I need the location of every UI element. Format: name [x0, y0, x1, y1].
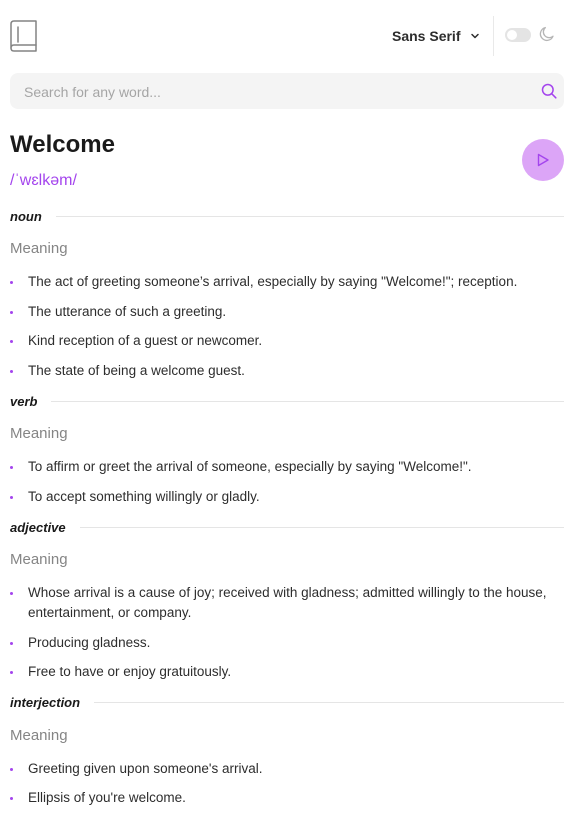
- meaning-section-interjection: interjection Meaning Greeting given upon…: [10, 692, 564, 809]
- font-selector-label: Sans Serif: [392, 28, 461, 44]
- definition-item: Producing gladness.: [10, 633, 564, 653]
- part-of-speech-row: noun: [10, 205, 564, 227]
- meaning-label: Meaning: [10, 425, 68, 442]
- play-audio-button[interactable]: [522, 139, 564, 181]
- theme-toggle-knob: [507, 30, 517, 40]
- meaning-label: Meaning: [10, 240, 68, 257]
- part-of-speech-row: verb: [10, 390, 564, 412]
- divider: [55, 215, 564, 217]
- font-selector[interactable]: Sans Serif: [392, 26, 480, 46]
- definition-item: The state of being a welcome guest.: [10, 361, 564, 381]
- meanings: noun Meaning The act of greeting someone…: [10, 205, 564, 818]
- search-icon[interactable]: [541, 83, 557, 99]
- definition-list: To affirm or greet the arrival of someon…: [10, 457, 564, 507]
- divider: [51, 400, 564, 402]
- book-icon: [10, 20, 37, 52]
- definition-item: The act of greeting someone’s arrival, e…: [10, 272, 564, 292]
- phonetic: /ˈwɛlkəm/: [10, 172, 77, 189]
- part-of-speech: noun: [10, 208, 42, 224]
- moon-icon[interactable]: [539, 26, 555, 42]
- part-of-speech-row: adjective: [10, 516, 564, 538]
- divider: [79, 526, 564, 528]
- definition-list: Greeting given upon someone's arrival. E…: [10, 759, 564, 809]
- definition-item: Whose arrival is a cause of joy; receive…: [10, 583, 564, 623]
- meaning-label: Meaning: [10, 551, 68, 568]
- word-title: Welcome: [10, 131, 115, 158]
- header-divider: [493, 16, 494, 56]
- part-of-speech: interjection: [10, 695, 81, 710]
- meaning-section-adjective: adjective Meaning Whose arrival is a cau…: [10, 516, 564, 682]
- definition-list: Whose arrival is a cause of joy; receive…: [10, 583, 564, 682]
- meaning-section-verb: verb Meaning To affirm or greet the arri…: [10, 390, 564, 507]
- header: Sans Serif: [10, 16, 566, 58]
- dictionary-app: Sans Serif Welcome /ˈwɛlkəm/ noun: [0, 0, 576, 821]
- play-icon: [537, 153, 549, 167]
- definition-item: To accept something willingly or gladly.: [10, 487, 564, 507]
- definition-item: Ellipsis of you're welcome.: [10, 788, 564, 808]
- definition-item: Free to have or enjoy gratuitously.: [10, 662, 564, 682]
- part-of-speech: verb: [10, 393, 38, 409]
- part-of-speech: adjective: [10, 519, 66, 535]
- definition-item: Greeting given upon someone's arrival.: [10, 759, 564, 779]
- search-input[interactable]: [22, 73, 526, 111]
- part-of-speech-row: interjection: [10, 692, 564, 714]
- chevron-down-icon: [471, 33, 480, 39]
- meaning-label: Meaning: [10, 726, 68, 744]
- definition-list: The act of greeting someone’s arrival, e…: [10, 272, 564, 381]
- search-bar: [10, 73, 564, 111]
- definition-item: The utterance of such a greeting.: [10, 302, 564, 322]
- definition-item: Kind reception of a guest or newcomer.: [10, 331, 564, 351]
- divider: [94, 702, 564, 703]
- meaning-section-noun: noun Meaning The act of greeting someone…: [10, 205, 564, 381]
- theme-toggle[interactable]: [505, 28, 531, 42]
- definition-item: To affirm or greet the arrival of someon…: [10, 457, 564, 477]
